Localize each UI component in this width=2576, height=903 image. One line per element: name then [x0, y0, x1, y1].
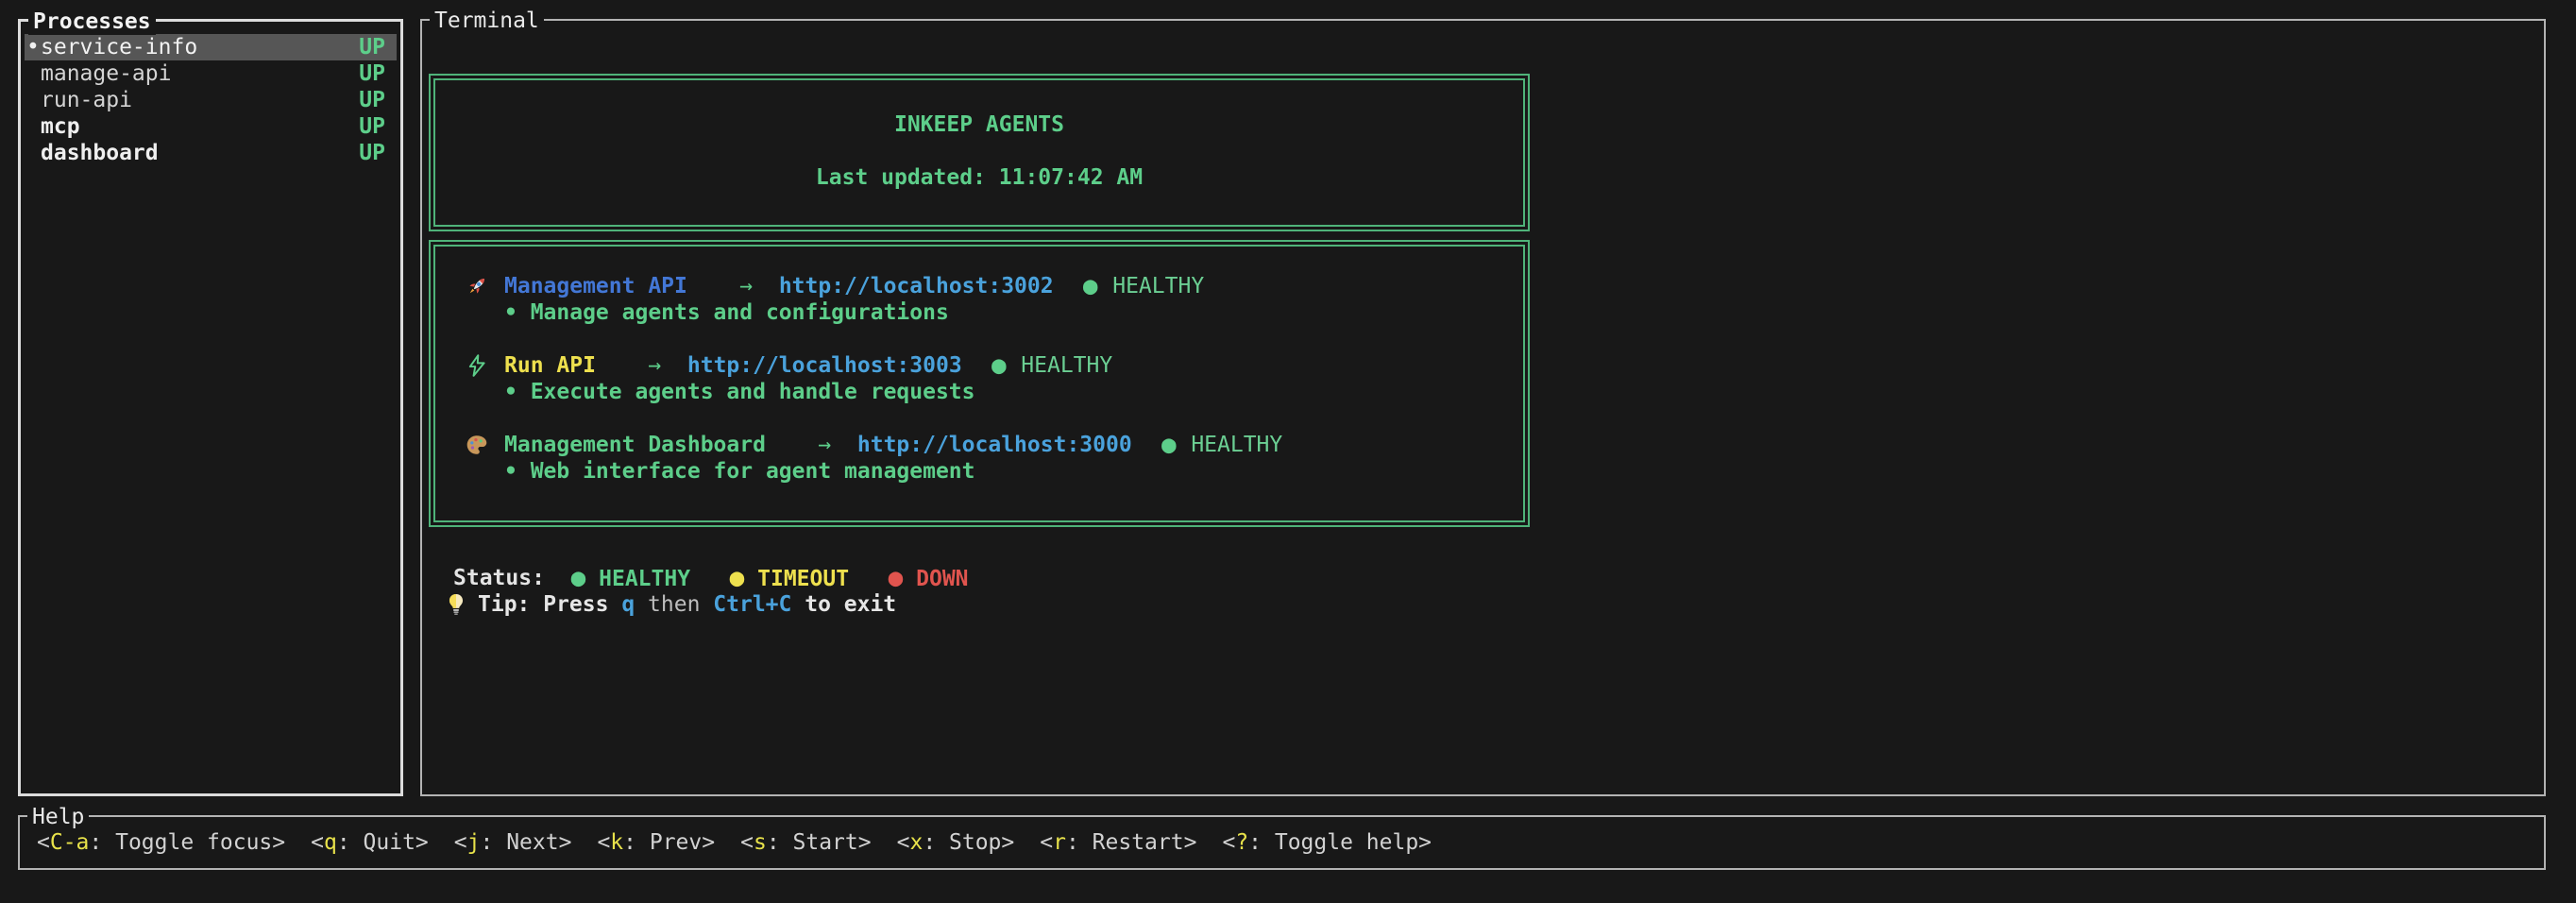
tip-line: Tip: Press q then Ctrl+C to exit [429, 591, 2538, 618]
help-panel-title: Help [27, 804, 89, 830]
legend-dot-icon: ● [889, 564, 904, 592]
status-legend: Status: ● HEALTHY ● TIMEOUT ● DOWN [429, 565, 2538, 591]
process-row-mcp[interactable]: mcpUP [25, 113, 397, 140]
terminal-panel[interactable]: Terminal INKEEP AGENTS Last updated: 11:… [420, 19, 2546, 796]
service-url[interactable]: http://localhost:3002 [779, 273, 1054, 299]
legend-label: TIMEOUT [744, 567, 849, 591]
help-key: r [1053, 830, 1066, 855]
help-panel: Help <C-a: Toggle focus><q: Quit><j: Nex… [18, 815, 2546, 870]
service-line: Management API → http://localhost:3002 ●… [435, 273, 1523, 299]
status-legend-label: Status: [453, 565, 545, 591]
help-key: x [909, 830, 923, 855]
help-item-next: <j: Next> [454, 829, 572, 856]
service-line: Management Dashboard → http://localhost:… [435, 432, 1523, 458]
banner-title: INKEEP AGENTS [435, 111, 1523, 138]
tip-text: to exit [791, 591, 896, 618]
terminal-output: INKEEP AGENTS Last updated: 11:07:42 AM … [429, 21, 2538, 618]
banner-last-updated: Last updated: 11:07:42 AM [435, 164, 1523, 191]
help-item-toggle-focus: <C-a: Toggle focus> [37, 829, 285, 856]
help-key: C-a [50, 830, 90, 855]
service-block: Management Dashboard → http://localhost:… [435, 432, 1523, 485]
help-items: <C-a: Toggle focus> <q: Quit> <j: Next> <k:… [20, 829, 1457, 856]
tip-text: then [635, 591, 713, 618]
service-url[interactable]: http://localhost:3003 [687, 352, 962, 379]
lightbulb-icon [444, 592, 470, 617]
service-block: Run API → http://localhost:3003 ● HEALTH… [435, 352, 1523, 405]
arrow-icon: → [596, 352, 687, 379]
services-box: Management API → http://localhost:3002 ●… [429, 240, 1530, 527]
tip-text: Ctrl+C [713, 591, 791, 618]
process-name: dashboard [41, 140, 359, 166]
process-status-badge: UP [359, 60, 385, 87]
help-key: s [754, 830, 767, 855]
service-name: Run API [504, 352, 596, 379]
processes-panel-title: Processes [28, 9, 156, 35]
tip-text: q [621, 591, 635, 618]
process-name: service-info [41, 34, 359, 60]
service-description: • Web interface for agent management [435, 458, 1523, 485]
legend-dot-icon: ● [571, 564, 586, 592]
health-dot-icon: ● [962, 352, 1022, 379]
help-key: k [610, 830, 623, 855]
help-key: ? [1235, 830, 1248, 855]
health-dot-icon: ● [1054, 273, 1113, 299]
service-name: Management Dashboard [504, 432, 766, 458]
process-status-badge: UP [359, 140, 385, 166]
service-block: Management API → http://localhost:3002 ●… [435, 273, 1523, 326]
service-health: HEALTHY [1021, 352, 1112, 379]
help-key: q [324, 830, 337, 855]
help-item-restart: <r: Restart> [1040, 829, 1196, 856]
process-status-badge: UP [359, 34, 385, 60]
status-legend-items: ● HEALTHY ● TIMEOUT ● DOWN [545, 565, 981, 592]
help-item-quit: <q: Quit> [311, 829, 429, 856]
process-row-service-info[interactable]: •service-infoUP [25, 34, 397, 60]
health-dot-icon: ● [1132, 432, 1192, 458]
service-health: HEALTHY [1112, 273, 1204, 299]
service-description: • Execute agents and handle requests [435, 379, 1523, 405]
help-item-prev: <k: Prev> [597, 829, 715, 856]
processes-panel[interactable]: Processes •service-infoUPmanage-apiUPrun… [18, 19, 403, 796]
process-name: mcp [41, 113, 359, 140]
arrow-icon: → [687, 273, 779, 299]
service-health: HEALTHY [1191, 432, 1282, 458]
process-name: run-api [41, 87, 359, 113]
arrow-icon: → [766, 432, 857, 458]
process-status-badge: UP [359, 113, 385, 140]
service-url[interactable]: http://localhost:3000 [857, 432, 1132, 458]
service-line: Run API → http://localhost:3003 ● HEALTH… [435, 352, 1523, 379]
process-row-dashboard[interactable]: dashboardUP [25, 140, 397, 166]
tip-text: Tip: Press [478, 591, 621, 618]
process-row-run-api[interactable]: run-apiUP [25, 87, 397, 113]
help-item-start: <s: Start> [740, 829, 872, 856]
help-key: j [467, 830, 481, 855]
rocket-icon [465, 274, 504, 298]
legend-dot-icon: ● [730, 564, 745, 592]
banner-box: INKEEP AGENTS Last updated: 11:07:42 AM [429, 74, 1530, 231]
palette-icon [465, 433, 504, 457]
selected-process-bullet: • [26, 34, 41, 60]
legend-label: HEALTHY [585, 567, 690, 591]
service-description: • Manage agents and configurations [435, 299, 1523, 326]
process-status-badge: UP [359, 87, 385, 113]
process-row-manage-api[interactable]: manage-apiUP [25, 60, 397, 87]
help-item-stop: <x: Stop> [897, 829, 1015, 856]
help-item-toggle-help: <?: Toggle help> [1222, 829, 1432, 856]
legend-label: DOWN [903, 567, 968, 591]
process-name: manage-api [41, 60, 359, 87]
service-name: Management API [504, 273, 687, 299]
process-list: •service-infoUPmanage-apiUPrun-apiUPmcpU… [25, 34, 397, 166]
zap-icon [465, 353, 504, 378]
